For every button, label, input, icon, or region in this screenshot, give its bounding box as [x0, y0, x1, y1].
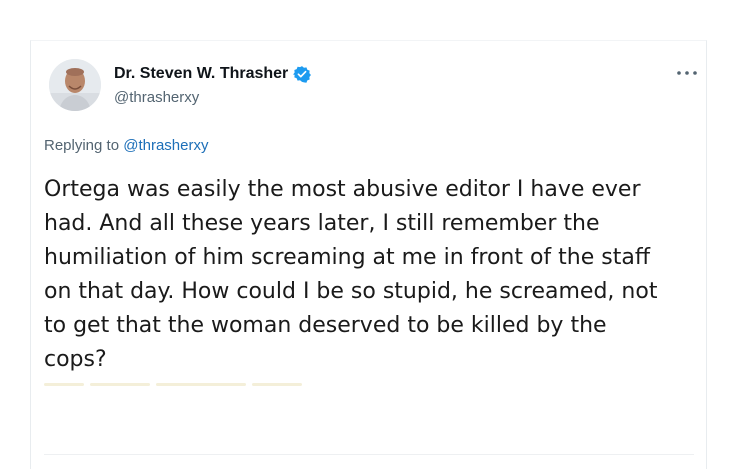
avatar[interactable] — [49, 59, 101, 111]
divider — [44, 454, 694, 455]
profile-photo-icon — [49, 59, 101, 111]
tweet-text-line: to get that the woman deserved to be kil… — [44, 313, 607, 338]
tweet-text-line: cops? — [44, 347, 107, 372]
tweet-text-line: had. And all these years later, I still … — [44, 211, 600, 236]
replying-to-label: Replying to — [44, 137, 124, 154]
display-name[interactable]: Dr. Steven W. Thrasher — [114, 65, 288, 83]
tweet-card: Dr. Steven W. Thrasher @thrasherxy Reply… — [30, 40, 707, 469]
handle[interactable]: @thrasherxy — [114, 89, 199, 106]
tweet-text-line: on that day. How could I be so stupid, h… — [44, 279, 658, 304]
faded-metadata — [44, 383, 344, 387]
tweet-text-line: humiliation of him screaming at me in fr… — [44, 245, 650, 270]
verified-badge-icon — [293, 65, 312, 83]
replying-to-mention[interactable]: @thrasherxy — [123, 137, 208, 154]
more-horizontal-icon[interactable] — [674, 63, 700, 83]
author-name-row: Dr. Steven W. Thrasher — [114, 65, 312, 83]
replying-to-line: Replying to @thrasherxy — [44, 137, 208, 154]
tweet-text-line: Ortega was easily the most abusive edito… — [44, 177, 641, 202]
tweet-text: Ortega was easily the most abusive edito… — [44, 173, 714, 377]
